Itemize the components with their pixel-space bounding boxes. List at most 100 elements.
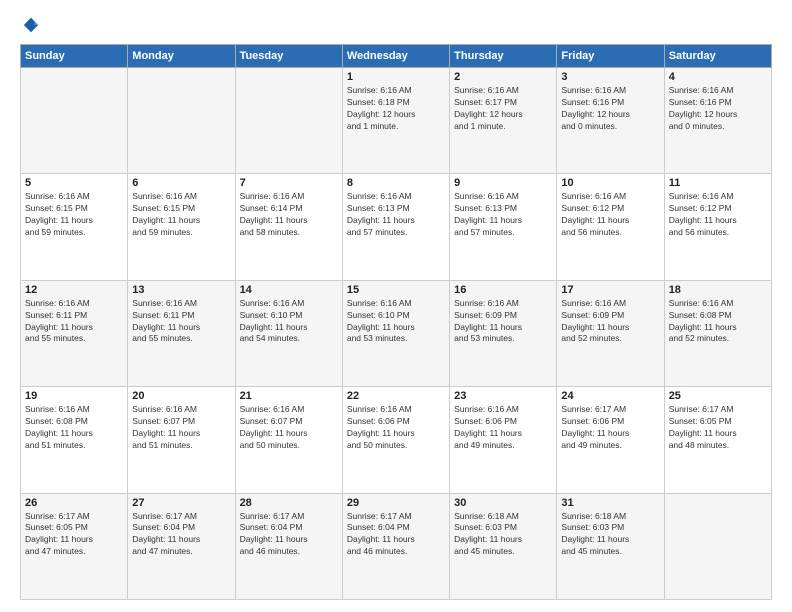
day-info: Sunrise: 6:16 AM Sunset: 6:16 PM Dayligh… <box>561 85 659 133</box>
day-number: 14 <box>240 284 338 296</box>
day-number: 22 <box>347 390 445 402</box>
day-info: Sunrise: 6:17 AM Sunset: 6:05 PM Dayligh… <box>669 404 767 452</box>
calendar-cell: 27Sunrise: 6:17 AM Sunset: 6:04 PM Dayli… <box>128 493 235 599</box>
day-info: Sunrise: 6:16 AM Sunset: 6:13 PM Dayligh… <box>347 191 445 239</box>
day-number: 25 <box>669 390 767 402</box>
calendar-week-row: 1Sunrise: 6:16 AM Sunset: 6:18 PM Daylig… <box>21 68 772 174</box>
day-number: 21 <box>240 390 338 402</box>
day-info: Sunrise: 6:16 AM Sunset: 6:10 PM Dayligh… <box>240 298 338 346</box>
day-number: 3 <box>561 71 659 83</box>
day-info: Sunrise: 6:16 AM Sunset: 6:18 PM Dayligh… <box>347 85 445 133</box>
calendar-cell: 22 Sunrise: 6:16 AM Sunset: 6:06 PM Dayli… <box>342 387 449 493</box>
day-info: Sunrise: 6:16 AM Sunset: 6:16 PM Dayligh… <box>669 85 767 133</box>
header <box>20 16 772 34</box>
day-number: 7 <box>240 177 338 189</box>
day-number: 16 <box>454 284 552 296</box>
day-info: Sunrise: 6:18 AM Sunset: 6:03 PM Dayligh… <box>454 511 552 559</box>
calendar-cell: 30 Sunrise: 6:18 AM Sunset: 6:03 PM Dayli… <box>450 493 557 599</box>
page: SundayMondayTuesdayWednesdayThursdayFrid… <box>0 0 792 612</box>
calendar-cell <box>235 68 342 174</box>
day-number: 13 <box>132 284 230 296</box>
calendar-cell: 31Sunrise: 6:18 AM Sunset: 6:03 PM Dayli… <box>557 493 664 599</box>
calendar-cell: 26 Sunrise: 6:17 AM Sunset: 6:05 PM Dayli… <box>21 493 128 599</box>
day-info: Sunrise: 6:16 AM Sunset: 6:12 PM Dayligh… <box>669 191 767 239</box>
calendar-week-row: 12 Sunrise: 6:16 AM Sunset: 6:11 PM Dayli… <box>21 280 772 386</box>
day-number: 20 <box>132 390 230 402</box>
day-number: 18 <box>669 284 767 296</box>
day-number: 23 <box>454 390 552 402</box>
calendar-cell: 19Sunrise: 6:16 AM Sunset: 6:08 PM Dayli… <box>21 387 128 493</box>
calendar-cell <box>664 493 771 599</box>
day-info: Sunrise: 6:16 AM Sunset: 6:15 PM Dayligh… <box>132 191 230 239</box>
calendar-cell <box>128 68 235 174</box>
calendar-cell: 4 Sunrise: 6:16 AM Sunset: 6:16 PM Daylig… <box>664 68 771 174</box>
day-info: Sunrise: 6:18 AM Sunset: 6:03 PM Dayligh… <box>561 511 659 559</box>
calendar-cell: 12 Sunrise: 6:16 AM Sunset: 6:11 PM Dayli… <box>21 280 128 386</box>
day-info: Sunrise: 6:16 AM Sunset: 6:12 PM Dayligh… <box>561 191 659 239</box>
weekday-header-thursday: Thursday <box>450 45 557 68</box>
calendar-cell: 23Sunrise: 6:16 AM Sunset: 6:06 PM Dayli… <box>450 387 557 493</box>
day-number: 11 <box>669 177 767 189</box>
weekday-header-tuesday: Tuesday <box>235 45 342 68</box>
day-number: 9 <box>454 177 552 189</box>
day-info: Sunrise: 6:16 AM Sunset: 6:10 PM Dayligh… <box>347 298 445 346</box>
day-info: Sunrise: 6:16 AM Sunset: 6:09 PM Dayligh… <box>561 298 659 346</box>
day-number: 4 <box>669 71 767 83</box>
day-info: Sunrise: 6:17 AM Sunset: 6:04 PM Dayligh… <box>240 511 338 559</box>
calendar-cell: 14 Sunrise: 6:16 AM Sunset: 6:10 PM Dayli… <box>235 280 342 386</box>
calendar-cell: 29Sunrise: 6:17 AM Sunset: 6:04 PM Dayli… <box>342 493 449 599</box>
day-number: 12 <box>25 284 123 296</box>
calendar-week-row: 5 Sunrise: 6:16 AM Sunset: 6:15 PM Daylig… <box>21 174 772 280</box>
weekday-header-saturday: Saturday <box>664 45 771 68</box>
day-number: 15 <box>347 284 445 296</box>
calendar-cell: 18 Sunrise: 6:16 AM Sunset: 6:08 PM Dayli… <box>664 280 771 386</box>
day-info: Sunrise: 6:16 AM Sunset: 6:11 PM Dayligh… <box>132 298 230 346</box>
weekday-header-wednesday: Wednesday <box>342 45 449 68</box>
day-number: 5 <box>25 177 123 189</box>
calendar-cell: 13 Sunrise: 6:16 AM Sunset: 6:11 PM Dayli… <box>128 280 235 386</box>
day-info: Sunrise: 6:17 AM Sunset: 6:06 PM Dayligh… <box>561 404 659 452</box>
calendar-cell: 17Sunrise: 6:16 AM Sunset: 6:09 PM Dayli… <box>557 280 664 386</box>
day-info: Sunrise: 6:16 AM Sunset: 6:11 PM Dayligh… <box>25 298 123 346</box>
calendar-cell <box>21 68 128 174</box>
day-number: 30 <box>454 497 552 509</box>
day-info: Sunrise: 6:16 AM Sunset: 6:08 PM Dayligh… <box>669 298 767 346</box>
day-info: Sunrise: 6:16 AM Sunset: 6:06 PM Dayligh… <box>347 404 445 452</box>
calendar-cell: 15 Sunrise: 6:16 AM Sunset: 6:10 PM Dayli… <box>342 280 449 386</box>
weekday-header-sunday: Sunday <box>21 45 128 68</box>
calendar-cell: 6 Sunrise: 6:16 AM Sunset: 6:15 PM Daylig… <box>128 174 235 280</box>
day-number: 2 <box>454 71 552 83</box>
calendar-cell: 11 Sunrise: 6:16 AM Sunset: 6:12 PM Dayli… <box>664 174 771 280</box>
calendar-cell: 21 Sunrise: 6:16 AM Sunset: 6:07 PM Dayli… <box>235 387 342 493</box>
day-info: Sunrise: 6:16 AM Sunset: 6:14 PM Dayligh… <box>240 191 338 239</box>
day-info: Sunrise: 6:16 AM Sunset: 6:07 PM Dayligh… <box>132 404 230 452</box>
day-info: Sunrise: 6:17 AM Sunset: 6:05 PM Dayligh… <box>25 511 123 559</box>
day-number: 27 <box>132 497 230 509</box>
weekday-header-monday: Monday <box>128 45 235 68</box>
day-number: 29 <box>347 497 445 509</box>
day-number: 8 <box>347 177 445 189</box>
day-number: 19 <box>25 390 123 402</box>
day-info: Sunrise: 6:16 AM Sunset: 6:09 PM Dayligh… <box>454 298 552 346</box>
day-number: 28 <box>240 497 338 509</box>
logo <box>20 16 40 34</box>
calendar-cell: 28 Sunrise: 6:17 AM Sunset: 6:04 PM Dayli… <box>235 493 342 599</box>
calendar-cell: 1Sunrise: 6:16 AM Sunset: 6:18 PM Daylig… <box>342 68 449 174</box>
day-info: Sunrise: 6:16 AM Sunset: 6:07 PM Dayligh… <box>240 404 338 452</box>
weekday-header-friday: Friday <box>557 45 664 68</box>
calendar-cell: 5Sunrise: 6:16 AM Sunset: 6:15 PM Daylig… <box>21 174 128 280</box>
calendar-cell: 8 Sunrise: 6:16 AM Sunset: 6:13 PM Daylig… <box>342 174 449 280</box>
calendar-cell: 9 Sunrise: 6:16 AM Sunset: 6:13 PM Daylig… <box>450 174 557 280</box>
calendar-week-row: 26 Sunrise: 6:17 AM Sunset: 6:05 PM Dayli… <box>21 493 772 599</box>
day-number: 6 <box>132 177 230 189</box>
logo-icon <box>22 16 40 34</box>
calendar-cell: 16 Sunrise: 6:16 AM Sunset: 6:09 PM Dayli… <box>450 280 557 386</box>
day-number: 26 <box>25 497 123 509</box>
day-info: Sunrise: 6:16 AM Sunset: 6:13 PM Dayligh… <box>454 191 552 239</box>
calendar-cell: 25 Sunrise: 6:17 AM Sunset: 6:05 PM Dayli… <box>664 387 771 493</box>
calendar-cell: 7 Sunrise: 6:16 AM Sunset: 6:14 PM Daylig… <box>235 174 342 280</box>
calendar-header-row: SundayMondayTuesdayWednesdayThursdayFrid… <box>21 45 772 68</box>
calendar-cell: 20 Sunrise: 6:16 AM Sunset: 6:07 PM Dayli… <box>128 387 235 493</box>
calendar-cell: 3 Sunrise: 6:16 AM Sunset: 6:16 PM Daylig… <box>557 68 664 174</box>
calendar-cell: 2Sunrise: 6:16 AM Sunset: 6:17 PM Daylig… <box>450 68 557 174</box>
